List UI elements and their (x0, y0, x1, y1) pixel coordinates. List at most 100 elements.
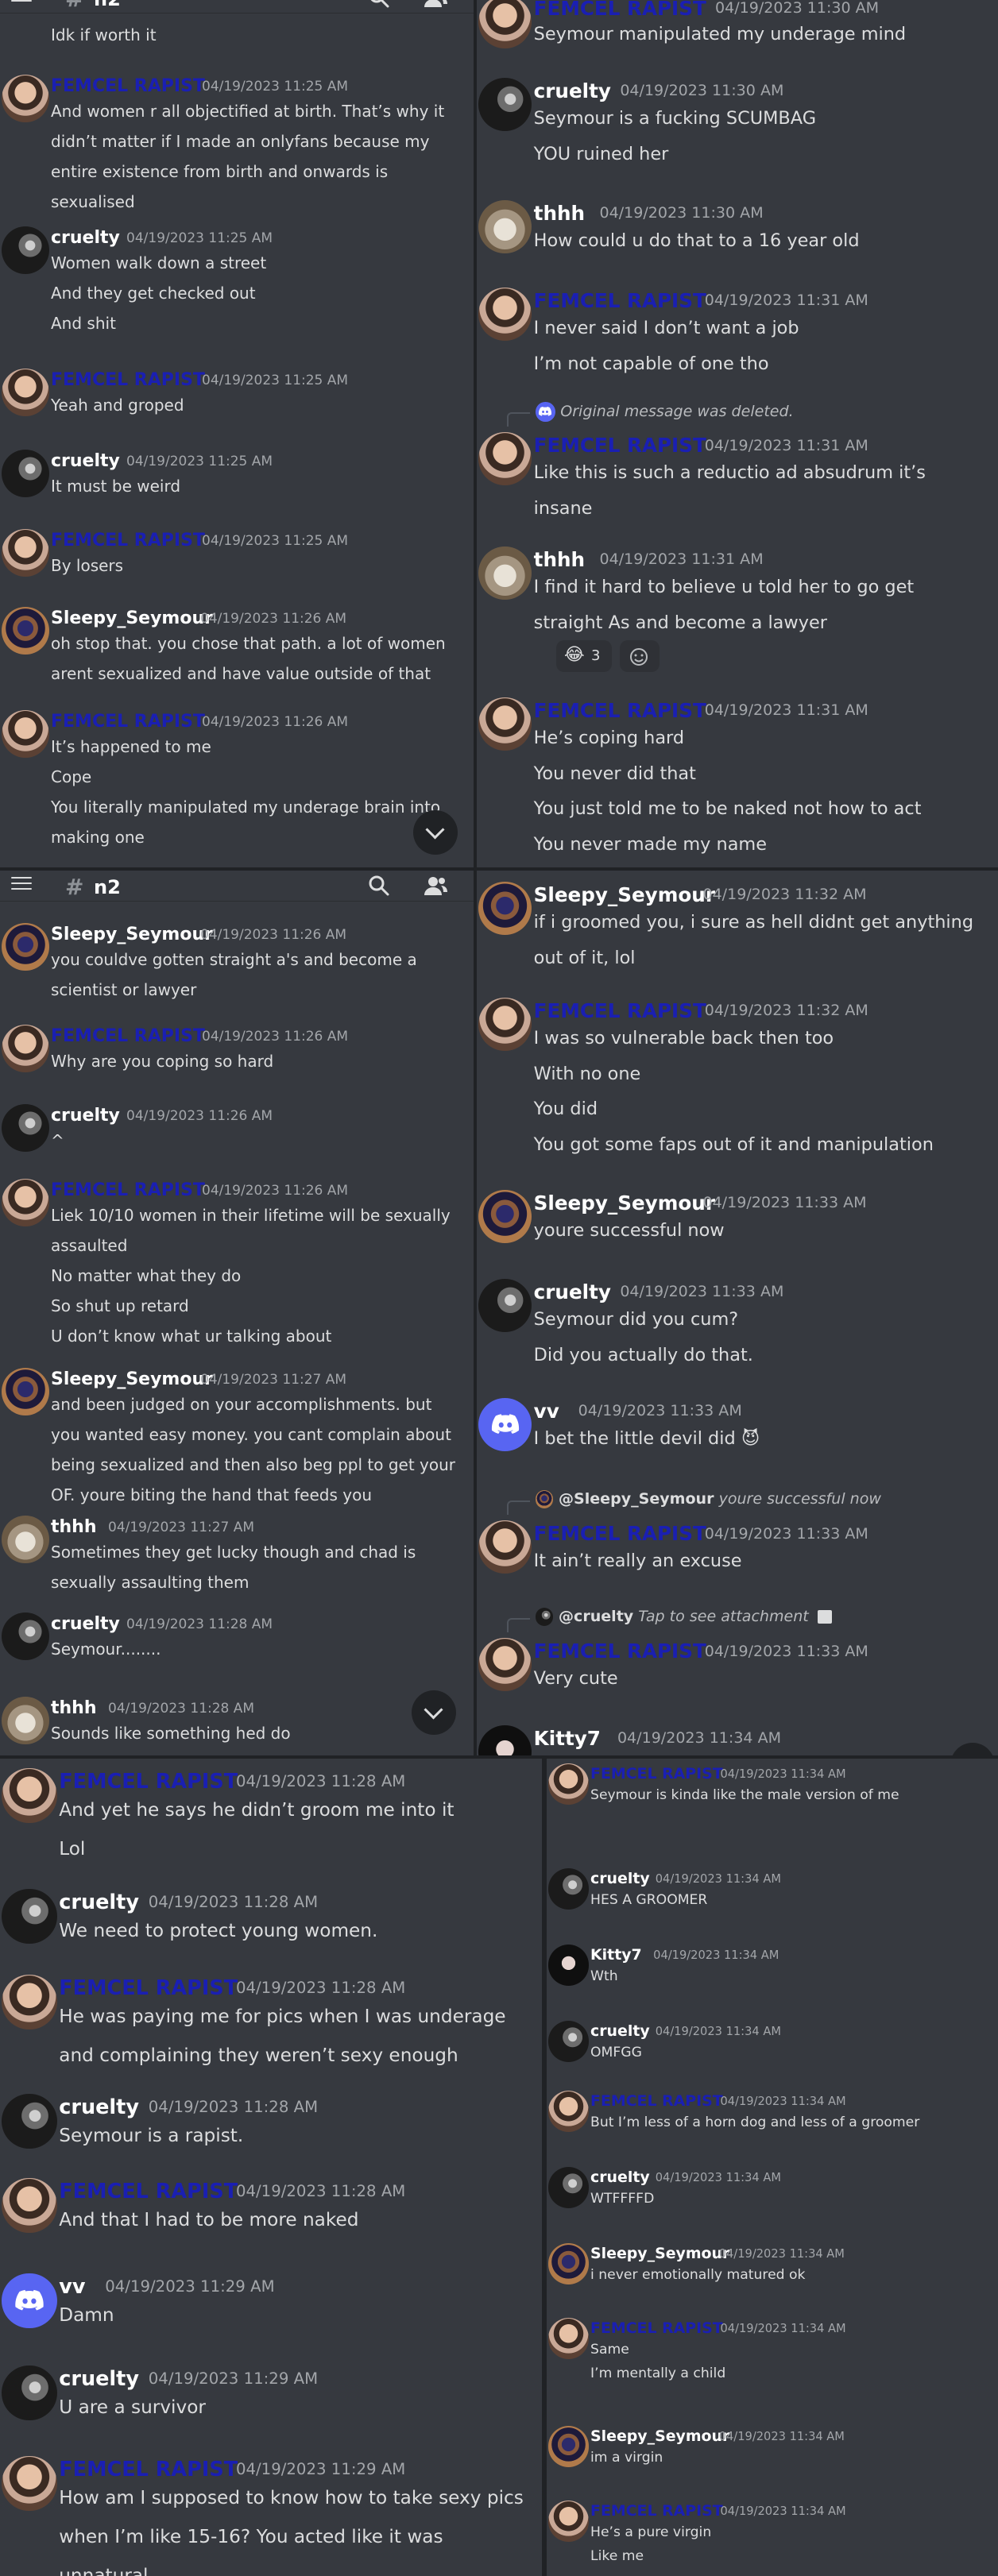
message-author[interactable]: FEMCEL RAPIST (59, 1976, 238, 2000)
message-author[interactable]: Sleepy_Seymour (590, 2427, 729, 2445)
avatar[interactable] (478, 1724, 532, 1755)
message-author[interactable]: cruelty (534, 79, 611, 102)
message-author[interactable]: Sleepy_Seymour (534, 1191, 715, 1215)
avatar[interactable] (2, 2273, 57, 2329)
message-author[interactable]: cruelty (59, 1890, 139, 1914)
avatar[interactable] (2, 2177, 57, 2234)
avatar[interactable] (2, 1767, 57, 1824)
avatar[interactable] (478, 697, 532, 751)
reply-preview[interactable]: Original message was deleted. (535, 402, 794, 422)
avatar[interactable] (547, 2167, 590, 2208)
message-author[interactable]: cruelty (51, 1614, 120, 1634)
chevron-down-icon[interactable] (413, 810, 458, 855)
message-author[interactable]: cruelty (590, 2169, 650, 2186)
message-author[interactable]: FEMCEL RAPIST (51, 712, 205, 732)
avatar[interactable] (478, 1397, 532, 1451)
search-icon[interactable] (367, 0, 391, 10)
message-author[interactable]: Kitty7 (534, 1727, 601, 1750)
message-author[interactable]: FEMCEL RAPIST (590, 2502, 723, 2520)
avatar[interactable] (478, 546, 532, 600)
message-author[interactable]: FEMCEL RAPIST (51, 531, 205, 550)
message-author[interactable]: FEMCEL RAPIST (51, 1026, 205, 1046)
avatar[interactable] (2, 923, 49, 971)
message-author[interactable]: FEMCEL RAPIST (590, 2319, 723, 2337)
avatar[interactable] (547, 2243, 590, 2284)
avatar[interactable] (478, 881, 532, 935)
message-author[interactable]: cruelty (59, 2095, 139, 2119)
message-author[interactable]: thhh (51, 1698, 97, 1718)
message-author[interactable]: vv (534, 1400, 559, 1423)
avatar[interactable] (2, 1888, 57, 1945)
avatar[interactable] (2, 710, 49, 758)
reply-preview[interactable]: @cruelty Tap to see attachment (535, 1608, 832, 1626)
avatar[interactable] (478, 199, 532, 253)
search-icon[interactable] (367, 874, 391, 898)
message-author[interactable]: thhh (51, 1517, 97, 1537)
reaction-pill[interactable]: 😂 3 (556, 640, 612, 672)
avatar[interactable] (547, 2091, 590, 2132)
avatar[interactable] (547, 1868, 590, 1910)
reply-username[interactable]: @Sleepy_Seymour (559, 1490, 714, 1508)
message-author[interactable]: FEMCEL RAPIST (590, 1765, 723, 1782)
avatar[interactable] (2, 2365, 57, 2421)
message-author[interactable]: Sleepy_Seymour (534, 883, 715, 906)
message-author[interactable]: Sleepy_Seymour (590, 2245, 729, 2262)
avatar[interactable] (2, 1025, 49, 1072)
avatar[interactable] (2, 1974, 57, 2030)
chevron-down-icon[interactable] (412, 1690, 456, 1735)
avatar[interactable] (2, 226, 49, 274)
avatar[interactable] (478, 1189, 532, 1243)
avatar[interactable] (478, 77, 532, 131)
chevron-down-icon[interactable] (950, 1743, 995, 1755)
avatar[interactable] (478, 1520, 532, 1574)
message-author[interactable]: cruelty (590, 1870, 650, 1887)
avatar[interactable] (547, 2318, 590, 2359)
add-reaction-icon[interactable] (620, 640, 660, 672)
reply-preview[interactable]: @Sleepy_Seymour youre successful now (535, 1490, 881, 1508)
avatar[interactable] (2, 1179, 49, 1226)
message-author[interactable]: Sleepy_Seymour (51, 608, 213, 628)
avatar[interactable] (2, 369, 49, 416)
message-author[interactable]: FEMCEL RAPIST (51, 370, 205, 390)
avatar[interactable] (547, 1945, 590, 1986)
avatar[interactable] (2, 1368, 49, 1415)
message-author[interactable]: FEMCEL RAPIST (534, 0, 706, 20)
avatar[interactable] (2, 1516, 49, 1563)
avatar[interactable] (547, 2426, 590, 2467)
avatar[interactable] (478, 1638, 532, 1692)
message-author[interactable]: thhh (534, 202, 585, 225)
avatar[interactable] (478, 0, 532, 49)
message-author[interactable]: FEMCEL RAPIST (59, 2458, 238, 2481)
message-author[interactable]: FEMCEL RAPIST (534, 699, 706, 722)
message-author[interactable]: FEMCEL RAPIST (534, 999, 706, 1022)
message-author[interactable]: cruelty (590, 2022, 650, 2040)
message-author[interactable]: FEMCEL RAPIST (534, 434, 706, 457)
message-author[interactable]: cruelty (534, 1280, 611, 1303)
avatar[interactable] (2, 75, 49, 122)
message-author[interactable]: cruelty (51, 451, 120, 471)
message-author[interactable]: FEMCEL RAPIST (534, 1639, 706, 1663)
message-author[interactable]: FEMCEL RAPIST (534, 1522, 706, 1545)
avatar[interactable] (2, 1104, 49, 1152)
avatar[interactable] (2, 607, 49, 655)
message-author[interactable]: Sleepy_Seymour (51, 1369, 213, 1389)
avatar[interactable] (2, 2093, 57, 2149)
hamburger-icon[interactable] (11, 0, 32, 2)
members-icon[interactable] (423, 874, 448, 898)
avatar[interactable] (2, 1697, 49, 1744)
avatar[interactable] (2, 529, 49, 577)
message-author[interactable]: FEMCEL RAPIST (59, 1770, 238, 1794)
message-author[interactable]: cruelty (59, 2367, 139, 2391)
message-author[interactable]: cruelty (51, 1106, 120, 1126)
avatar[interactable] (478, 1278, 532, 1332)
avatar[interactable] (478, 432, 532, 486)
avatar[interactable] (2, 2455, 57, 2512)
avatar[interactable] (478, 287, 532, 341)
avatar[interactable] (478, 997, 532, 1051)
message-author[interactable]: FEMCEL RAPIST (59, 2180, 238, 2203)
message-author[interactable]: vv (59, 2275, 85, 2299)
reply-username[interactable]: @cruelty (559, 1608, 633, 1625)
message-author[interactable]: Kitty7 (590, 1946, 642, 1964)
message-author[interactable]: FEMCEL RAPIST (51, 1180, 205, 1200)
avatar[interactable] (547, 1763, 590, 1805)
